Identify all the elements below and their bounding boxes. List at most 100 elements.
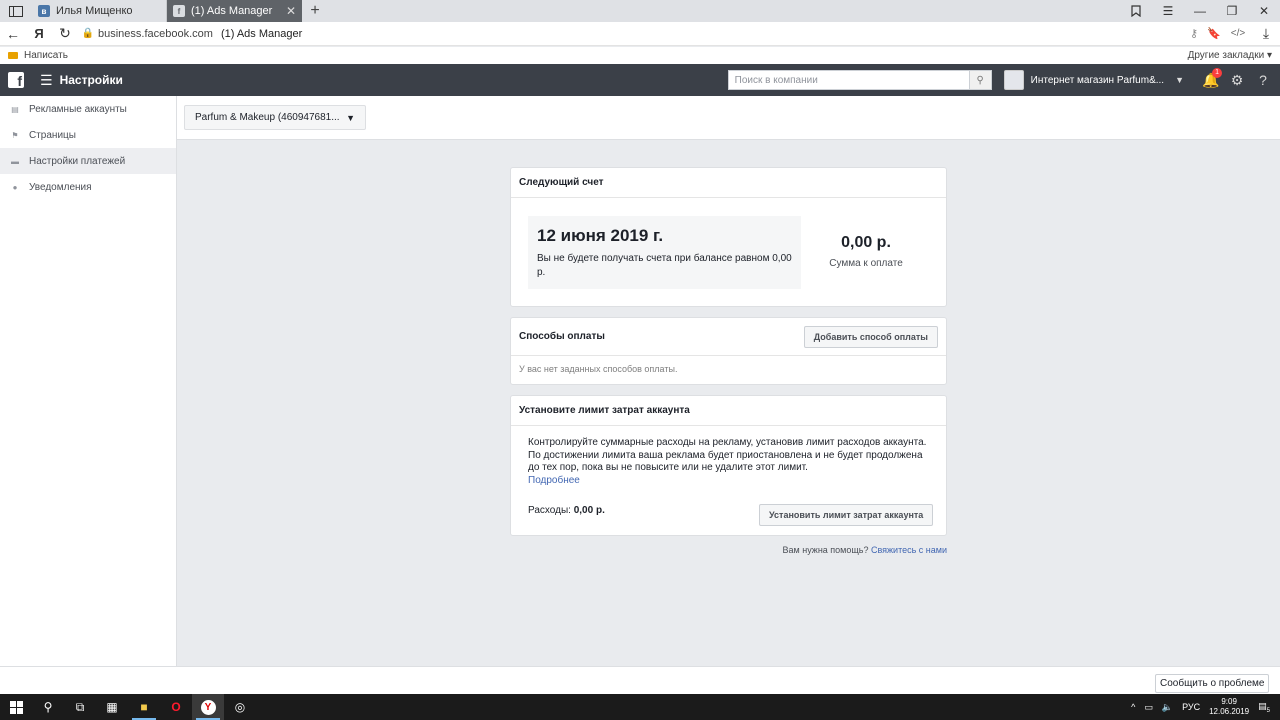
- sidebar-item-label: Уведомления: [29, 181, 92, 193]
- url-page-title[interactable]: (1) Ads Manager: [221, 28, 302, 40]
- keyboard-language[interactable]: РУС: [1182, 702, 1200, 712]
- reload-icon[interactable]: ↻: [52, 25, 78, 42]
- action-center-icon[interactable]: ▤5: [1258, 701, 1270, 714]
- new-tab-button[interactable]: +: [302, 0, 328, 22]
- address-bar: ← Я ↻ 🔒 business.facebook.com (1) Ads Ma…: [0, 22, 1280, 46]
- bookmarks-panel-icon[interactable]: [1120, 0, 1152, 22]
- network-icon[interactable]: ▭: [1144, 702, 1153, 713]
- business-switcher[interactable]: Интернет магазин Parfum&... ▼: [1003, 70, 1184, 90]
- close-window-icon[interactable]: ✕: [1248, 0, 1280, 22]
- mail-icon: [8, 52, 18, 59]
- url-host[interactable]: business.facebook.com: [98, 28, 213, 40]
- spend-limit-description: Контролируйте суммарные расходы на рекла…: [528, 437, 933, 487]
- sidebar-item-label: Рекламные аккаунты: [29, 103, 127, 115]
- windows-start-icon[interactable]: [0, 694, 32, 720]
- close-tab-icon[interactable]: ✕: [286, 4, 296, 18]
- tray-chevron-icon[interactable]: ^: [1131, 702, 1135, 712]
- notification-count: 5: [1266, 707, 1270, 714]
- add-payment-method-button[interactable]: Добавить способ оплаты: [803, 325, 938, 348]
- volume-icon[interactable]: 🔈: [1162, 702, 1173, 713]
- spend-value: 0,00 р.: [573, 505, 605, 516]
- spend-limit-card: Установите лимит затрат аккаунта Контрол…: [510, 395, 947, 536]
- card-title: Установите лимит затрат аккаунта: [511, 396, 946, 426]
- sidebar-item-pages[interactable]: ⚑ Страницы: [0, 122, 176, 148]
- page-footer: Сообщить о проблеме: [0, 666, 1280, 694]
- search-input[interactable]: [728, 71, 969, 89]
- menu-icon[interactable]: ☰: [1152, 0, 1184, 22]
- opera-icon[interactable]: O: [160, 694, 192, 720]
- yandex-browser-icon[interactable]: Y: [192, 694, 224, 720]
- vk-icon: в: [38, 5, 50, 17]
- browser-tab-ads-manager[interactable]: f (1) Ads Manager ✕: [167, 0, 302, 22]
- amount-label: Сумма к оплате: [829, 258, 903, 269]
- hamburger-menu-icon[interactable]: ☰: [40, 72, 53, 89]
- invoice-note: Вы не будете получать счета при балансе …: [537, 253, 792, 278]
- lock-icon[interactable]: 🔒: [78, 28, 98, 39]
- sidebar-item-notifications[interactable]: ● Уведомления: [0, 174, 176, 200]
- contact-us-link[interactable]: Свяжитесь с нами: [871, 545, 947, 555]
- business-name: Интернет магазин Parfum&...: [1030, 74, 1165, 86]
- facebook-header: f ☰ Настройки ⚲ Интернет магазин Parfum&…: [0, 64, 1280, 96]
- facebook-logo-icon[interactable]: f: [8, 72, 24, 88]
- search-icon[interactable]: ⚲: [968, 71, 991, 89]
- description-text: Контролируйте суммарные расходы на рекла…: [528, 437, 927, 473]
- clock[interactable]: 9:09 12.06.2019: [1209, 697, 1249, 717]
- business-avatar: [1003, 70, 1024, 90]
- restore-icon[interactable]: ❐: [1216, 0, 1248, 22]
- clock-date: 12.06.2019: [1209, 707, 1250, 716]
- help-question: Вам нужна помощь?: [782, 545, 869, 555]
- page-title: Настройки: [59, 73, 123, 87]
- sidebar-item-ad-accounts[interactable]: ▤ Рекламные аккаунты: [0, 96, 176, 122]
- payment-methods-card: Способы оплаты Добавить способ оплаты У …: [510, 317, 947, 385]
- sidebar-item-label: Страницы: [29, 129, 76, 141]
- spend-label: Расходы:: [528, 505, 571, 516]
- dev-tools-icon[interactable]: </>: [1224, 28, 1252, 39]
- obs-icon[interactable]: ◎: [224, 694, 256, 720]
- business-search: ⚲: [727, 70, 992, 90]
- card-title: Следующий счет: [511, 168, 946, 198]
- yandex-icon[interactable]: Я: [26, 26, 52, 41]
- sidebar-item-label: Настройки платежей: [29, 155, 126, 167]
- next-invoice-card: Следующий счет 12 июня 2019 г. Вы не буд…: [510, 167, 947, 307]
- sidebar-item-payment-settings[interactable]: ▬ Настройки платежей: [0, 148, 176, 174]
- learn-more-link[interactable]: Подробнее: [528, 475, 580, 486]
- minimize-icon[interactable]: —: [1184, 0, 1216, 22]
- bookmark-icon[interactable]: 🔖: [1204, 27, 1224, 40]
- task-view-icon[interactable]: ⧉: [64, 694, 96, 720]
- system-tray: ^ ▭ 🔈 РУС 9:09 12.06.2019 ▤5: [1131, 697, 1280, 717]
- chevron-down-icon: ▼: [346, 112, 355, 123]
- report-problem-button[interactable]: Сообщить о проблеме: [1155, 674, 1270, 693]
- card-header: Способы оплаты Добавить способ оплаты: [511, 318, 946, 356]
- download-icon[interactable]: ⤓: [1252, 25, 1280, 42]
- invoice-date: 12 июня 2019 г.: [537, 226, 664, 245]
- bookmark-compose[interactable]: Написать: [24, 50, 68, 61]
- other-bookmarks[interactable]: Другие закладки ▾: [1188, 50, 1272, 61]
- chevron-down-icon: ▼: [1175, 75, 1184, 85]
- flag-icon: ⚑: [11, 130, 19, 140]
- notification-badge: 1: [1212, 67, 1222, 78]
- payment-methods-empty: У вас нет заданных способов оплаты.: [519, 364, 678, 374]
- help-icon[interactable]: ?: [1250, 72, 1276, 88]
- calculator-icon[interactable]: ▦: [96, 694, 128, 720]
- ad-accounts-icon: ▤: [11, 104, 19, 114]
- back-arrow-icon[interactable]: ←: [0, 26, 26, 42]
- windows-taskbar: ⚲ ⧉ ▦ ■ O Y ◎ ^ ▭ 🔈 РУС 9:09 12.06.2019 …: [0, 694, 1280, 720]
- account-subheader: Parfum & Makeup (460947681... ▼: [177, 96, 1280, 140]
- card-title: Способы оплаты: [519, 331, 605, 342]
- gear-icon[interactable]: ⚙: [1224, 72, 1250, 89]
- file-explorer-icon[interactable]: ■: [128, 694, 160, 720]
- search-icon[interactable]: ⚲: [32, 694, 64, 720]
- amount-value: 0,00 р.: [841, 234, 891, 251]
- amount-due: 0,00 р. Сумма к оплате: [811, 234, 921, 269]
- bookmarks-bar: Написать Другие закладки ▾: [0, 47, 1280, 64]
- help-line: Вам нужна помощь? Свяжитесь с нами: [700, 545, 947, 555]
- tab-label: Илья Мищенко: [56, 5, 133, 17]
- sidebar-panel-icon[interactable]: [0, 0, 32, 22]
- browser-tab-bar: в Илья Мищенко f (1) Ads Manager ✕ + ☰ —…: [0, 0, 1280, 22]
- notifications-bell-icon[interactable]: 🔔 1: [1198, 67, 1224, 89]
- invoice-info: 12 июня 2019 г. Вы не будете получать сч…: [528, 216, 801, 289]
- set-spend-limit-button[interactable]: Установить лимит затрат аккаунта: [759, 504, 934, 526]
- ad-account-selector[interactable]: Parfum & Makeup (460947681... ▼: [184, 105, 366, 130]
- key-icon[interactable]: ⚷: [1184, 27, 1204, 40]
- browser-tab-vk[interactable]: в Илья Мищенко: [32, 0, 167, 22]
